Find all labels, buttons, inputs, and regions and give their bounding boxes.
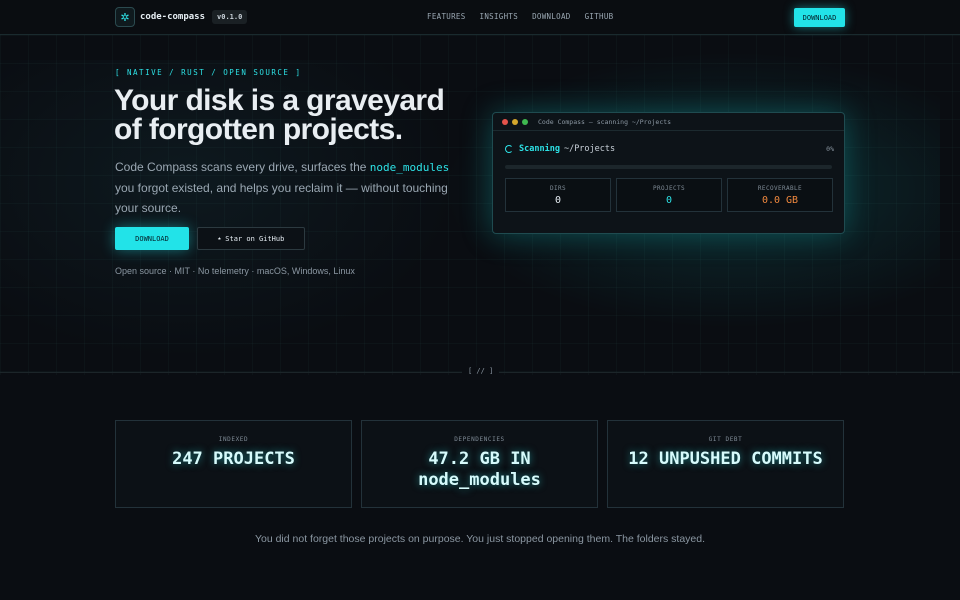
stat-value: 0 (554, 194, 562, 206)
version-badge: v0.1.0 (212, 10, 248, 24)
hero-desc-after: you forgot existed, and helps you reclai… (115, 181, 448, 215)
scan-status: Scanning ~/Projects 0% (505, 144, 834, 154)
compass-icon: ✲ (115, 7, 135, 27)
card-dependencies: DEPENDENCIES 47.2 GB IN node_modules (361, 420, 598, 508)
card-value: 12 UNPUSHED COMMITS (628, 449, 823, 469)
scan-status-word: Scanning (519, 144, 560, 154)
card-git-debt: GIT DEBT 12 UNPUSHED COMMITS (607, 420, 844, 508)
nav-download-button[interactable]: DOWNLOAD (794, 8, 845, 27)
stat-label: DIRS (549, 184, 567, 192)
card-label: INDEXED (218, 436, 249, 443)
window-titlebar: Code Compass — scanning ~/Projects (493, 113, 844, 131)
brand-name: code-compass (140, 12, 206, 22)
card-label: GIT DEBT (708, 436, 743, 443)
stat-label: RECOVERABLE (757, 184, 803, 192)
spinner-icon (505, 145, 513, 153)
divider-mark: [ // ] (462, 367, 500, 375)
scan-path: ~/Projects (563, 144, 616, 154)
card-value: 47.2 GB IN node_modules (418, 449, 541, 490)
scan-stats: DIRS 0 PROJECTS 0 RECOVERABLE 0.0 GB (505, 178, 833, 212)
node-modules-code: node_modules (369, 161, 450, 174)
star-button-label: Star on GitHub (225, 234, 285, 243)
hero-footnote: Open source · MIT · No telemetry · macOS… (115, 266, 355, 276)
nav-link-insights[interactable]: INSIGHTS (480, 12, 519, 21)
minimize-dot[interactable] (512, 118, 518, 125)
scan-percent: 0% (826, 145, 834, 153)
stat-value: 0 (665, 194, 673, 206)
nav-link-github[interactable]: GITHUB (585, 12, 614, 21)
stat-projects: PROJECTS 0 (616, 178, 722, 212)
hero-tagline: [ NATIVE / RUST / OPEN SOURCE ] (115, 68, 302, 77)
scanner-window: Code Compass — scanning ~/Projects Scann… (492, 112, 845, 234)
window-title: Code Compass — scanning ~/Projects (538, 117, 672, 126)
star-on-github-button[interactable]: ★ Star on GitHub (197, 227, 305, 250)
brand[interactable]: ✲ code-compass v0.1.0 (115, 7, 248, 27)
stat-cards: INDEXED 247 PROJECTS DEPENDENCIES 47.2 G… (115, 420, 844, 508)
maximize-dot[interactable] (522, 118, 528, 125)
hero-download-button[interactable]: DOWNLOAD (115, 227, 189, 250)
nav-link-download[interactable]: DOWNLOAD (532, 12, 571, 21)
card-indexed: INDEXED 247 PROJECTS (115, 420, 352, 508)
scan-progress-bar (505, 165, 832, 169)
nav-link-features[interactable]: FEATURES (427, 12, 466, 21)
close-dot[interactable] (502, 118, 508, 125)
hero-description: Code Compass scans every drive, surfaces… (115, 157, 455, 218)
top-navbar: ✲ code-compass v0.1.0 FEATURES INSIGHTS … (0, 0, 960, 35)
card-value: 247 PROJECTS (172, 449, 295, 469)
nav-links: FEATURES INSIGHTS DOWNLOAD GITHUB (427, 12, 614, 21)
stat-recoverable: RECOVERABLE 0.0 GB (727, 178, 833, 212)
stat-value: 0.0 GB (761, 194, 799, 206)
star-icon: ★ (217, 235, 222, 242)
closing-statement: You did not forget those projects on pur… (254, 533, 706, 545)
stat-dirs: DIRS 0 (505, 178, 611, 212)
hero-desc-before: Code Compass scans every drive, surfaces… (115, 160, 370, 174)
stat-label: PROJECTS (652, 184, 686, 192)
card-label: DEPENDENCIES (454, 436, 505, 443)
hero-title: Your disk is a graveyard of forgotten pr… (114, 84, 445, 146)
